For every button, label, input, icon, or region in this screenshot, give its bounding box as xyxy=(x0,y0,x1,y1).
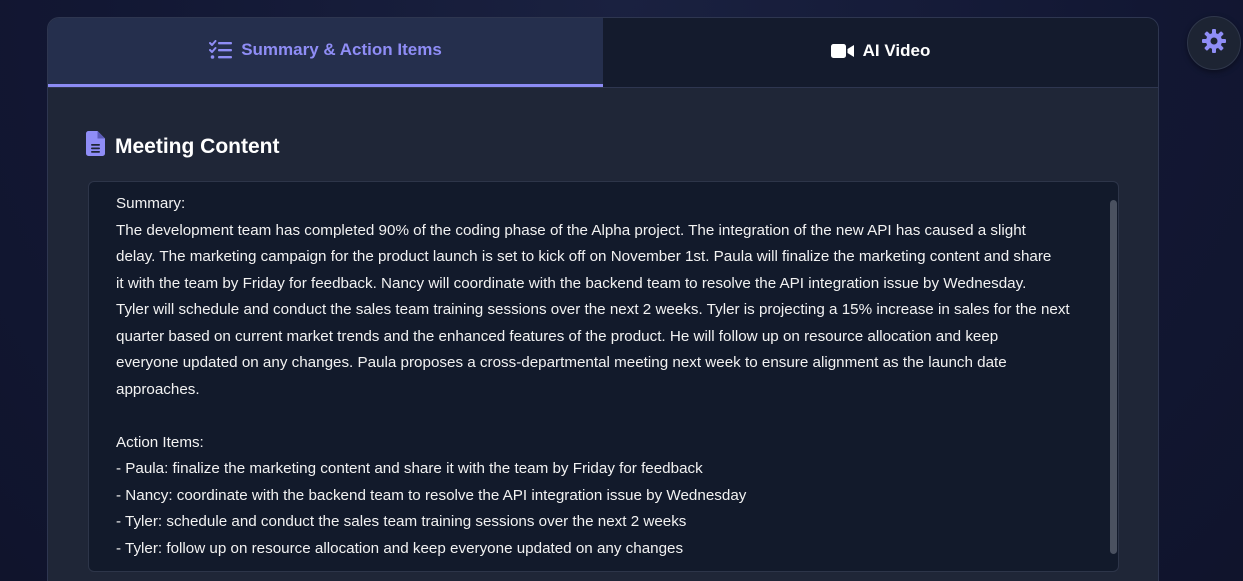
tab-label: Summary & Action Items xyxy=(241,39,442,59)
gear-icon xyxy=(1201,28,1227,59)
document-icon xyxy=(86,131,105,162)
content-line: - Tyler: schedule and conduct the sales … xyxy=(116,513,687,530)
section-header: Meeting Content xyxy=(86,131,279,162)
content-line: The development team has completed 90% o… xyxy=(116,221,1026,239)
tab-summary-action-items[interactable]: Summary & Action Items xyxy=(48,18,603,87)
video-camera-icon xyxy=(830,43,855,59)
content-line: - Tyler: follow up on resource allocatio… xyxy=(116,539,684,557)
content-line: Action Items: xyxy=(116,433,204,451)
content-line: Summary: xyxy=(116,195,186,212)
main-card: Summary & Action Items AI Video Meeting … xyxy=(47,17,1159,581)
content-line: - Paula: finalize the marketing content … xyxy=(116,460,703,477)
content-line: - Nancy: coordinate with the backend tea… xyxy=(116,486,747,504)
scrollbar[interactable] xyxy=(1108,182,1118,571)
scrollbar-thumb[interactable] xyxy=(1110,200,1117,554)
content-line: it with the team by Friday for feedback.… xyxy=(116,274,1027,292)
tab-label: AI Video xyxy=(862,41,931,60)
content-line: approaches. xyxy=(116,380,200,398)
list-check-icon xyxy=(209,39,233,60)
settings-button[interactable] xyxy=(1187,16,1241,70)
section-title: Meeting Content xyxy=(115,134,280,158)
tab-bar: Summary & Action Items AI Video xyxy=(48,18,1158,88)
tab-ai-video[interactable]: AI Video xyxy=(603,18,1158,87)
meeting-content-box[interactable]: Summary: The development team has complet… xyxy=(88,181,1119,572)
meeting-content-text: Summary: The development team has complet… xyxy=(116,191,1091,562)
content-line: delay. The marketing campaign for the pr… xyxy=(116,248,1052,265)
content-line: Tyler will schedule and conduct the sale… xyxy=(116,301,1070,318)
content-line: quarter based on current market trends a… xyxy=(116,327,999,345)
content-line: everyone updated on any changes. Paula p… xyxy=(116,354,1007,371)
